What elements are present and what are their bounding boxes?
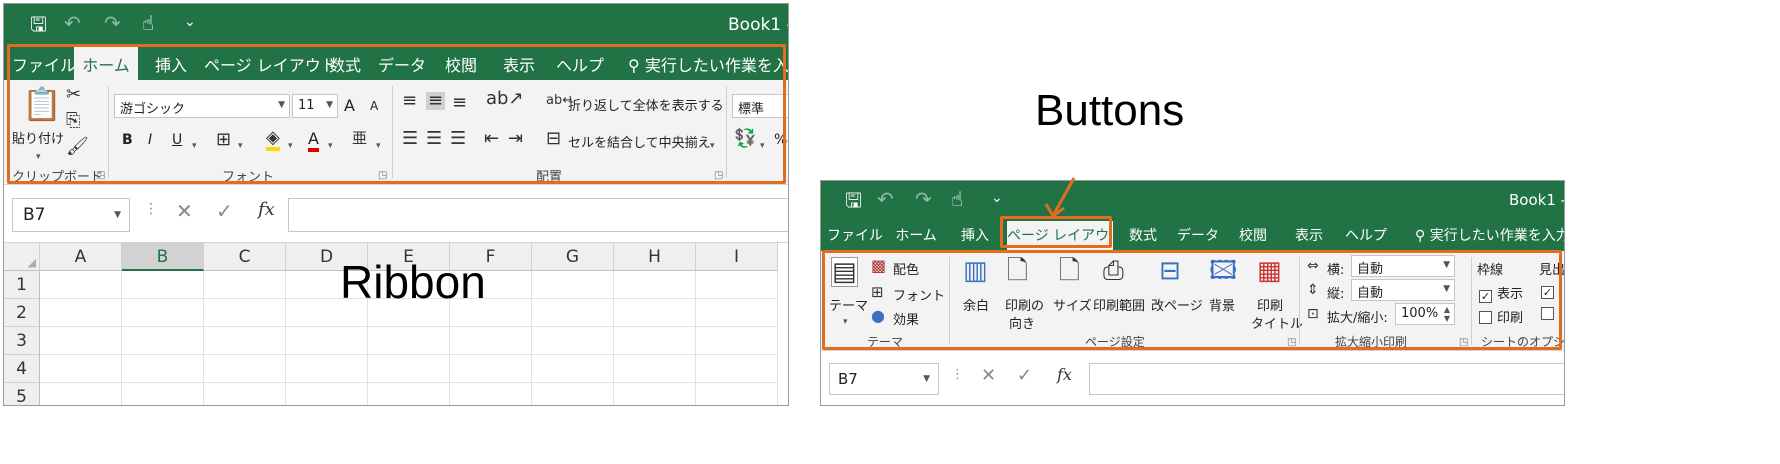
cell-b1[interactable] [122, 271, 204, 299]
cell-c4[interactable] [204, 355, 286, 383]
tab-insert[interactable]: 挿入 [949, 225, 1001, 245]
name-box[interactable]: B7 ▼ [829, 363, 939, 395]
tab-data[interactable]: データ [1173, 225, 1223, 245]
chevron-down-icon: ▼ [923, 374, 930, 384]
book-title: Book1 - [728, 15, 789, 35]
tab-help[interactable]: ヘルプ [1339, 225, 1393, 245]
cell-d3[interactable] [286, 327, 368, 355]
tab-file[interactable]: ファイル [827, 225, 883, 245]
save-icon[interactable]: 🖫 [845, 190, 862, 210]
row-header-5[interactable]: 5 [4, 383, 40, 405]
cell-g2[interactable] [532, 299, 614, 327]
formula-input[interactable] [288, 198, 788, 232]
cell-c1[interactable] [204, 271, 286, 299]
cell-e5[interactable] [368, 383, 450, 405]
title-bar: 🖫 ↶ ↷ ☝ ⌄ Book1 - [4, 4, 788, 42]
cell-b4[interactable] [122, 355, 204, 383]
cell-a5[interactable] [40, 383, 122, 405]
column-header-a[interactable]: A [40, 243, 122, 271]
save-icon[interactable]: 🖫 [30, 14, 47, 34]
cell-g4[interactable] [532, 355, 614, 383]
cell-a2[interactable] [40, 299, 122, 327]
cell-h2[interactable] [614, 299, 696, 327]
tell-me-search[interactable]: ⚲ 実行したい作業を入力し [1415, 225, 1564, 245]
select-all-icon: ◢ [27, 256, 36, 269]
cell-e3[interactable] [368, 327, 450, 355]
cell-c5[interactable] [204, 383, 286, 405]
tab-formulas[interactable]: 数式 [1119, 225, 1167, 245]
redo-icon[interactable]: ↷ [915, 189, 932, 209]
pointer-arrow-icon [1044, 177, 1076, 219]
cell-h1[interactable] [614, 271, 696, 299]
cell-g3[interactable] [532, 327, 614, 355]
insert-function-button[interactable]: fx [1057, 365, 1072, 384]
cell-f3[interactable] [450, 327, 532, 355]
cell-d4[interactable] [286, 355, 368, 383]
book-title: Book1 - [1509, 191, 1565, 209]
redo-icon[interactable]: ↷ [104, 13, 121, 33]
page-layout-tab-highlight-box [1000, 216, 1112, 248]
undo-icon[interactable]: ↶ [64, 13, 81, 33]
tab-view[interactable]: 表示 [1285, 225, 1333, 245]
more-options-icon: ⋮ [951, 367, 964, 382]
name-box[interactable]: B7 ▼ [12, 198, 130, 232]
cell-c2[interactable] [204, 299, 286, 327]
ribbon-highlight-box [7, 44, 786, 184]
column-header-h[interactable]: H [614, 243, 696, 271]
column-header-b[interactable]: B [122, 243, 204, 271]
cell-a3[interactable] [40, 327, 122, 355]
tab-home[interactable]: ホーム [887, 225, 945, 245]
formula-input[interactable] [1089, 363, 1564, 395]
page-layout-ribbon-highlight-box [822, 250, 1562, 350]
cancel-icon[interactable]: ✕ [176, 199, 193, 223]
row-header-1[interactable]: 1 [4, 271, 40, 299]
cell-e4[interactable] [368, 355, 450, 383]
cancel-icon[interactable]: ✕ [981, 365, 996, 386]
cell-b2[interactable] [122, 299, 204, 327]
row-header-2[interactable]: 2 [4, 299, 40, 327]
cell-i5[interactable] [696, 383, 778, 405]
cell-a1[interactable] [40, 271, 122, 299]
cell-b5[interactable] [122, 383, 204, 405]
row-header-3[interactable]: 3 [4, 327, 40, 355]
enter-icon[interactable]: ✓ [216, 199, 233, 223]
ribbon-tabs: ファイル ホーム 挿入 ページ レイアウト 数式 データ 校閲 表示 ヘルプ ⚲… [821, 217, 1564, 251]
row-header-4[interactable]: 4 [4, 355, 40, 383]
customize-qat-icon[interactable]: ⌄ [991, 188, 1003, 208]
cell-a4[interactable] [40, 355, 122, 383]
cell-h3[interactable] [614, 327, 696, 355]
column-header-g[interactable]: G [532, 243, 614, 271]
ribbon-label: Ribbon [340, 256, 486, 308]
cell-b3[interactable] [122, 327, 204, 355]
touch-mode-icon[interactable]: ☝ [951, 189, 963, 209]
select-all-corner[interactable]: ◢ [4, 243, 40, 271]
touch-mode-icon[interactable]: ☝ [142, 13, 154, 33]
cell-d5[interactable] [286, 383, 368, 405]
cell-g5[interactable] [532, 383, 614, 405]
cell-h5[interactable] [614, 383, 696, 405]
customize-qat-icon[interactable]: ⌄ [184, 12, 196, 32]
cell-g1[interactable] [532, 271, 614, 299]
cell-f4[interactable] [450, 355, 532, 383]
cell-i3[interactable] [696, 327, 778, 355]
formula-bar: B7 ▼ ⋮ ✕ ✓ fx [821, 351, 1564, 405]
title-bar: 🖫 ↶ ↷ ☝ ⌄ Book1 - [821, 181, 1564, 217]
undo-icon[interactable]: ↶ [877, 189, 894, 209]
cell-f5[interactable] [450, 383, 532, 405]
column-header-c[interactable]: C [204, 243, 286, 271]
cell-c3[interactable] [204, 327, 286, 355]
chevron-down-icon: ▼ [114, 210, 121, 220]
formula-bar: B7 ▼ ⋮ ✕ ✓ fx [4, 185, 788, 243]
insert-function-button[interactable]: fx [258, 199, 275, 220]
tab-review[interactable]: 校閲 [1229, 225, 1277, 245]
cell-h4[interactable] [614, 355, 696, 383]
cell-i1[interactable] [696, 271, 778, 299]
cell-i2[interactable] [696, 299, 778, 327]
more-options-icon: ⋮ [144, 201, 158, 217]
buttons-label: Buttons [1035, 86, 1185, 135]
column-header-i[interactable]: I [696, 243, 778, 271]
enter-icon[interactable]: ✓ [1017, 365, 1032, 386]
cell-i4[interactable] [696, 355, 778, 383]
lightbulb-icon: ⚲ [1415, 228, 1430, 244]
